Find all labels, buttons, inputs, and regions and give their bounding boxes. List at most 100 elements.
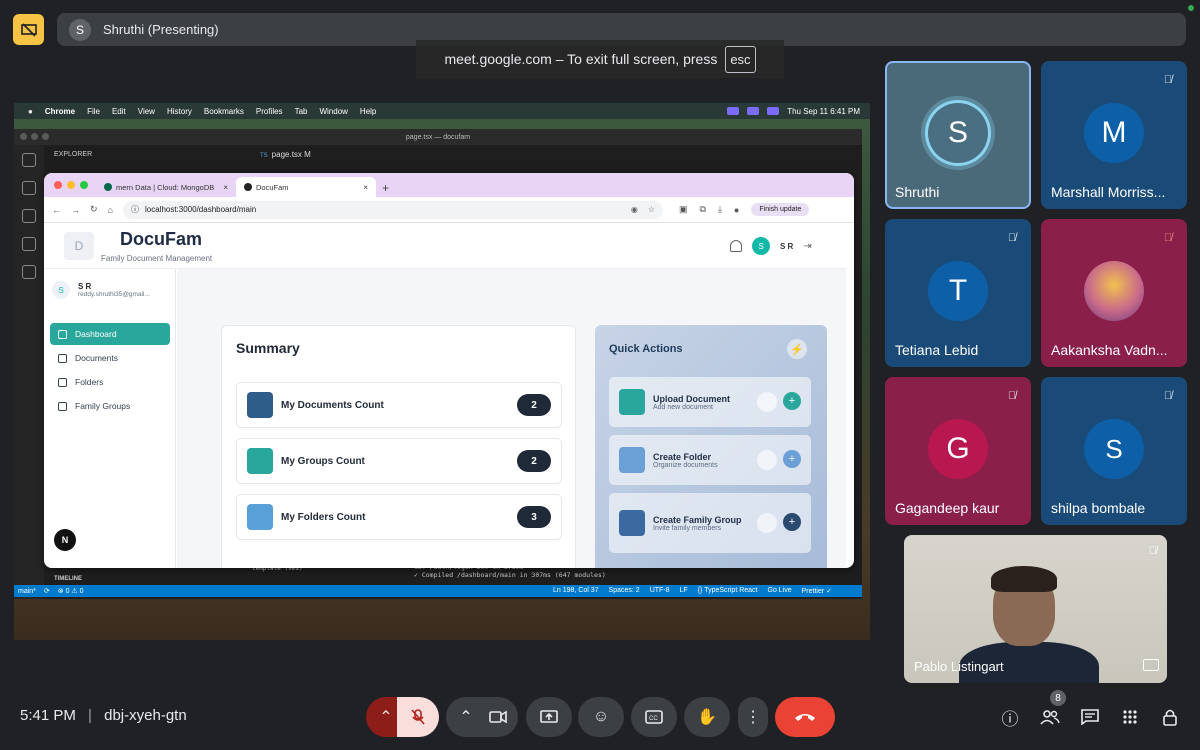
- browser-tab-mongodb: mern Data | Cloud: MongoDB ×: [96, 177, 236, 197]
- timeline-label: TIMELINE: [54, 576, 82, 582]
- present-screen-icon: [540, 710, 558, 723]
- reload-icon: ↻: [90, 204, 98, 214]
- activities-button[interactable]: [1118, 705, 1142, 729]
- quick-action-subtitle: Organize documents: [653, 461, 718, 469]
- participant-name: Shruthi: [895, 184, 940, 200]
- apple-icon: ●: [28, 106, 33, 116]
- svg-text:CC: CC: [649, 716, 658, 722]
- fullscreen-tip: meet.google.com – To exit full screen, p…: [416, 40, 784, 78]
- menu-window: Window: [319, 106, 348, 116]
- sidebar-nav: Dashboard Documents Folders Family Group…: [50, 323, 170, 419]
- menubar-datetime: Thu Sep 11 6:41 PM: [787, 106, 860, 116]
- host-controls-button[interactable]: [1158, 705, 1182, 729]
- sidebar-item-label: Dashboard: [75, 329, 117, 339]
- hand-icon: ✋: [697, 709, 717, 726]
- source-control-icon: [22, 209, 36, 223]
- participant-tile-aakanksha[interactable]: 🎙̸ Aakanksha Vadn...: [1041, 219, 1187, 367]
- sidebar-user: S S R reddy.shruthi35@gmail...: [52, 281, 150, 299]
- shared-screen: ● Chrome File Edit View History Bookmark…: [14, 103, 870, 640]
- people-icon: [1040, 710, 1060, 725]
- document-icon: [58, 353, 67, 363]
- quick-action-subtitle: Invite family members: [653, 524, 722, 532]
- bolt-icon: ⚡: [787, 339, 807, 359]
- participant-tile-marshall[interactable]: 🎙̸ M Marshall Morriss...: [1041, 61, 1187, 209]
- editor-tab: TS page.tsx M: [252, 147, 319, 162]
- pip-icon[interactable]: [1143, 659, 1159, 671]
- back-icon: ←: [52, 204, 61, 215]
- meeting-details-button[interactable]: ⓘ: [998, 705, 1022, 729]
- raise-hand-button[interactable]: ✋: [684, 697, 730, 737]
- brand-subtitle: Family Document Management: [101, 254, 213, 263]
- docufam-header: D DocuFam Family Document Management S S…: [44, 223, 846, 269]
- activity-bar: [14, 145, 44, 599]
- puzzle-icon: ⧉: [699, 204, 706, 214]
- meeting-time: 5:41 PM: [20, 707, 76, 724]
- meeting-code: dbj-xyeh-gtn: [104, 707, 187, 724]
- branch-label: main*: [18, 587, 36, 595]
- address-bar: ⓘ localhost:3000/dashboard/main ◉ ☆: [122, 200, 663, 219]
- camera-icon: [489, 710, 507, 724]
- sidebar-item-label: Family Groups: [75, 401, 131, 411]
- bell-icon: [730, 240, 742, 252]
- self-view-tile[interactable]: 🎙̸ Pablo Listingart: [904, 535, 1167, 683]
- participant-name: Tetiana Lebid: [895, 342, 979, 358]
- participant-avatar: T: [928, 261, 988, 321]
- browser-tab-label: mern Data | Cloud: MongoDB: [116, 182, 215, 192]
- language-mode: {} TypeScript React: [697, 587, 758, 594]
- participant-photo: [1084, 261, 1144, 321]
- recording-indicator: [1188, 5, 1194, 11]
- chat-button[interactable]: [1078, 705, 1102, 729]
- participant-name: shilpa bombale: [1051, 500, 1146, 516]
- files-icon: [22, 153, 36, 167]
- self-name: Pablo Listingart: [914, 659, 1004, 674]
- camera-button[interactable]: [478, 697, 518, 737]
- mic-off-icon: 🎙̸: [1148, 545, 1157, 557]
- present-off-icon: [20, 22, 37, 37]
- user-initials: S R: [780, 241, 794, 251]
- sidebar-item-dashboard: Dashboard: [50, 323, 170, 345]
- participant-tile-gagandeep[interactable]: 🎙̸ G Gagandeep kaur: [885, 377, 1031, 525]
- vscode-statusbar: main* ⟳ ⊗ 0 ⚠ 0 Ln 198, Col 37 Spaces: 2…: [14, 585, 862, 597]
- upload-icon: [757, 392, 777, 412]
- document-icon: [757, 450, 777, 470]
- captions-button[interactable]: CC: [631, 697, 677, 737]
- plus-icon: +: [783, 450, 801, 468]
- window-controls: [20, 133, 49, 140]
- typescript-icon: TS: [260, 153, 268, 159]
- stat-documents: My Documents Count 2: [236, 382, 562, 428]
- mic-off-icon: 🎙̸: [1163, 232, 1173, 244]
- emoji-button[interactable]: ☺: [578, 697, 624, 737]
- sidebar-user-name: S R: [78, 282, 92, 291]
- close-icon: ×: [363, 182, 368, 192]
- quick-action-upload: Upload Document Add new document +: [609, 377, 811, 427]
- document-icon: [757, 513, 777, 533]
- people-count-badge: 8: [1050, 690, 1066, 706]
- url-text: localhost:3000/dashboard/main: [144, 205, 257, 214]
- sidebar-item-label: Folders: [75, 377, 104, 387]
- fullscreen-tip-text: meet.google.com – To exit full screen, p…: [444, 51, 718, 67]
- participant-tile-shruthi[interactable]: S Shruthi: [885, 61, 1031, 209]
- menu-edit: Edit: [111, 106, 126, 116]
- present-button[interactable]: [526, 697, 572, 737]
- sync-icon: ⟳: [43, 588, 50, 595]
- leave-call-button[interactable]: [775, 697, 835, 737]
- docufam-main: Summary My Documents Count 2 My Groups C…: [177, 269, 846, 568]
- info-icon: ⓘ: [1001, 709, 1019, 729]
- emoji-icon: ☺: [592, 708, 610, 725]
- participant-tile-shilpa[interactable]: 🎙̸ S shilpa bombale: [1041, 377, 1187, 525]
- extensions-icon: [22, 265, 36, 279]
- users-icon: [58, 401, 67, 411]
- menu-chrome: Chrome: [44, 106, 76, 116]
- menu-profiles: Profiles: [255, 106, 283, 116]
- presenter-avatar: S: [69, 18, 91, 41]
- participant-name: Gagandeep kaur: [895, 500, 1000, 516]
- sidebar-user-email: reddy.shruthi35@gmail...: [78, 291, 150, 298]
- more-options-button[interactable]: ⋮: [738, 697, 768, 737]
- people-button[interactable]: [1038, 705, 1062, 729]
- stop-presenting-button[interactable]: [13, 14, 44, 45]
- participant-tile-tetiana[interactable]: 🎙̸ T Tetiana Lebid: [885, 219, 1031, 367]
- captions-icon: CC: [645, 710, 663, 724]
- microphone-button[interactable]: [397, 697, 439, 737]
- group-icon: [247, 448, 273, 474]
- profile-icon: ●: [733, 204, 740, 215]
